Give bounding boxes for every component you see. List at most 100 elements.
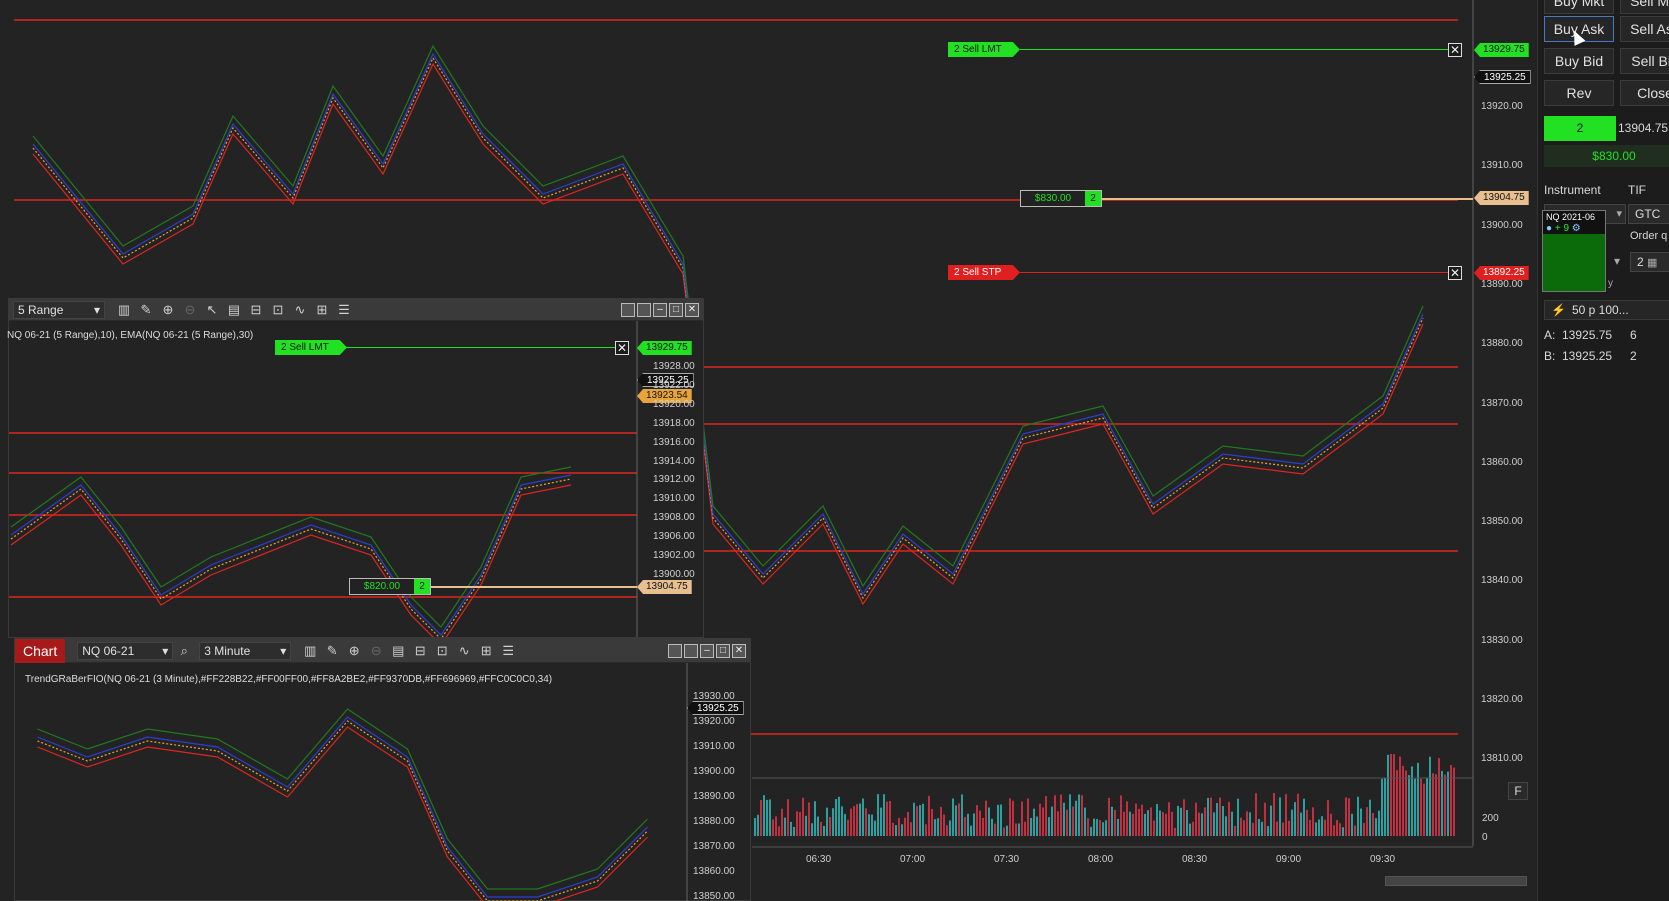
link-icon[interactable]	[637, 302, 651, 317]
volume-bar	[1177, 805, 1179, 836]
data-box-icon[interactable]: ▤	[223, 301, 245, 319]
tile-icon[interactable]	[668, 643, 682, 658]
indicators-icon[interactable]: ∿	[289, 301, 311, 319]
sell-bid-button[interactable]: Sell Bid	[1620, 48, 1669, 74]
range-chart-window[interactable]: 5 Range ▾ ▥ ✎ ⊕ ⊖ ↖ ▤ ⊟ ⊡ ∿ ⊞ ☰ – □ ✕ NQ …	[7, 298, 704, 638]
tile-icon[interactable]	[621, 302, 635, 317]
bar-type-icon[interactable]: ▥	[113, 301, 135, 319]
instrument-popup[interactable]: NQ 2021-06 ● + 9 ⚙	[1542, 210, 1606, 292]
cancel-sell-stp-icon[interactable]: ✕	[1448, 266, 1462, 280]
volume-bar	[967, 813, 969, 836]
range-sell-lmt-line[interactable]	[344, 347, 624, 348]
volume-bar	[784, 817, 786, 836]
minute-interval-select[interactable]: 3 Minute ▾	[199, 641, 292, 660]
screenshot-icon[interactable]: ⊡	[431, 642, 453, 660]
instrument-select[interactable]: NQ 06-21 ▾	[77, 641, 174, 660]
quantity-input[interactable]: 2 ▦	[1630, 252, 1669, 272]
pencil-icon[interactable]: ✎	[321, 642, 343, 660]
sell-lmt-line[interactable]	[1020, 49, 1455, 50]
zoom-in-icon[interactable]: ⊕	[343, 642, 365, 660]
account-select-chevron[interactable]: ▾	[1608, 252, 1626, 270]
pencil-icon[interactable]: ✎	[135, 301, 157, 319]
price-axis-label: 13820.00	[1481, 694, 1523, 705]
reverse-button[interactable]: Rev	[1544, 80, 1614, 106]
horizontal-scrollbar[interactable]	[1385, 876, 1527, 886]
range-sell-lmt-tag[interactable]: 2 Sell LMT	[275, 340, 347, 355]
volume-bar	[1222, 806, 1224, 836]
buy-mkt-button[interactable]: Buy Mkt	[1544, 0, 1614, 14]
data-box-icon[interactable]: ▤	[387, 642, 409, 660]
screenshot-icon[interactable]: ⊡	[267, 301, 289, 319]
strategies-icon[interactable]: ⊞	[475, 642, 497, 660]
strategies-icon[interactable]: ⊞	[311, 301, 333, 319]
range-position-line[interactable]	[429, 586, 637, 588]
sell-lmt-tag[interactable]: 2 Sell LMT	[948, 42, 1020, 57]
volume-bar	[1147, 810, 1149, 836]
sell-stp-tag[interactable]: 2 Sell STP	[948, 265, 1020, 280]
cancel-sell-lmt-icon[interactable]: ✕	[1448, 43, 1462, 57]
volume-bar	[1354, 825, 1356, 836]
volume-bar	[793, 826, 795, 836]
volume-bar	[1378, 810, 1380, 836]
link-icon[interactable]	[684, 643, 698, 658]
templates-icon[interactable]: ⊟	[245, 301, 267, 319]
chart-tab[interactable]: Chart	[15, 638, 66, 663]
volume-bar	[994, 823, 996, 836]
minimize-icon[interactable]: –	[653, 302, 667, 317]
volume-bar	[952, 798, 954, 836]
volume-bar	[958, 803, 960, 836]
maximize-icon[interactable]: □	[716, 643, 730, 658]
position-line[interactable]	[1100, 198, 1473, 200]
volume-bar	[880, 807, 882, 836]
volume-bar	[1411, 766, 1413, 836]
search-icon[interactable]: ⌕	[173, 642, 195, 660]
volume-bar	[1051, 806, 1053, 836]
bar-type-icon[interactable]: ▥	[299, 642, 321, 660]
indicators-icon[interactable]: ∿	[453, 642, 475, 660]
templates-icon[interactable]: ⊟	[409, 642, 431, 660]
close-position-button[interactable]: Close	[1620, 80, 1669, 106]
range-cancel-sell-lmt-icon[interactable]: ✕	[615, 341, 629, 355]
volume-bar	[961, 794, 963, 836]
properties-icon[interactable]: ☰	[497, 642, 519, 660]
volume-bar	[1066, 809, 1068, 836]
sell-ask-button[interactable]: Sell Ask	[1620, 16, 1669, 42]
range-interval-select[interactable]: 5 Range ▾	[13, 300, 105, 319]
volume-bar	[820, 821, 822, 836]
minute-chart-window[interactable]: Chart NQ 06-21 ▾ ⌕ 3 Minute ▾ ▥ ✎ ⊕ ⊖ ▤ ⊟ …	[14, 638, 751, 901]
minimize-icon[interactable]: –	[700, 643, 714, 658]
bid-price: 13925.25	[1562, 349, 1613, 363]
position-qty-box: 2	[1544, 116, 1616, 141]
zoom-out-icon[interactable]: ⊖	[365, 642, 387, 660]
volume-bar	[1351, 813, 1353, 836]
volume-axis-200: 200	[1482, 813, 1499, 824]
range-price-axis-label: 13906.00	[653, 531, 695, 543]
zoom-in-icon[interactable]: ⊕	[157, 301, 179, 319]
range-price-axis-label: 13922.00	[653, 379, 695, 391]
volume-bar	[796, 811, 798, 836]
properties-icon[interactable]: ☰	[333, 301, 355, 319]
volume-bar	[850, 808, 852, 836]
volume-toggle-button[interactable]: F	[1508, 782, 1528, 800]
zoom-out-icon[interactable]: ⊖	[179, 301, 201, 319]
buy-bid-button[interactable]: Buy Bid	[1544, 48, 1614, 74]
range-position-pnl-box[interactable]: $820.00 2	[349, 578, 431, 595]
volume-bar	[985, 800, 987, 836]
atm-strategy-select[interactable]: ⚡ 50 p 100...	[1544, 300, 1669, 320]
volume-bar	[1387, 754, 1389, 836]
pointer-icon[interactable]: ↖	[201, 301, 223, 319]
close-icon[interactable]: ✕	[732, 643, 746, 658]
tif-select[interactable]: GTC	[1628, 204, 1669, 224]
sell-stp-line[interactable]	[1020, 272, 1455, 273]
price-axis-label: 13880.00	[1481, 338, 1523, 350]
sell-mkt-button[interactable]: Sell Mkt	[1620, 0, 1669, 14]
volume-bar	[895, 825, 897, 836]
close-icon[interactable]: ✕	[685, 302, 699, 317]
volume-bar	[1198, 812, 1200, 836]
volume-bar	[1369, 799, 1371, 836]
volume-bar	[1099, 820, 1101, 836]
volume-bar	[1183, 799, 1185, 836]
position-pnl-box[interactable]: $830.00 2	[1020, 190, 1102, 207]
price-axis-label: 13850.00	[1481, 516, 1523, 528]
maximize-icon[interactable]: □	[669, 302, 683, 317]
